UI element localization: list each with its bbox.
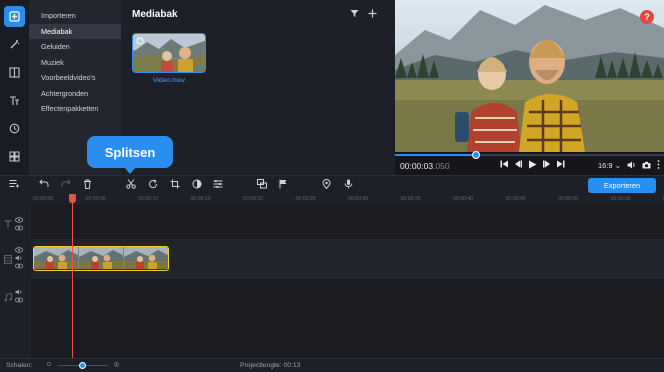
scrub-progress [395,154,476,156]
visibility-icon[interactable] [15,217,23,225]
nav-item-effectenpakketten[interactable]: Effectenpakketten [29,101,121,117]
timeline-toolbar: Exporteren [0,175,664,194]
zoom-out-icon[interactable] [47,362,52,369]
nav-item-geluiden[interactable]: Geluiden [29,39,121,55]
zoom-slider-handle[interactable] [79,362,86,369]
crop-icon[interactable] [168,179,181,192]
aspect-ratio-value: 16:9 [598,161,613,170]
delete-icon[interactable] [81,179,94,192]
aspect-ratio-select[interactable]: 16:9 ⌄ [598,161,621,170]
flag-marker-icon[interactable] [277,179,290,192]
help-button[interactable]: ? [640,10,654,24]
nav-item-achtergronden[interactable]: Achtergronden [29,86,121,102]
transitions-icon[interactable] [4,62,25,83]
volume-icon[interactable] [627,161,636,171]
visibility-icon[interactable] [15,247,23,255]
preview-frame [395,0,664,152]
ruler-tick-label: 00:00:10 [138,196,159,202]
audio-track-lane[interactable] [31,279,664,358]
text-track-lane[interactable] [31,205,664,239]
zoom-slider[interactable] [58,362,108,369]
ruler-tick-label: 00:00:05 [85,196,106,202]
ruler-tick-label: 00:00:55 [610,196,631,202]
import-icon[interactable] [4,6,25,27]
text-track-icon [4,220,12,230]
step-back-icon[interactable] [513,160,523,171]
ruler-tick-label: 00:00:20 [243,196,264,202]
text-icon[interactable] [4,90,25,111]
clock-icon[interactable] [4,118,25,139]
preview-timecode: 00:00:03.050 [400,161,450,171]
volume-icon[interactable] [15,255,23,263]
status-bar: Schalen: Projectlengte: 00:13 [0,358,664,372]
overlay-icon[interactable] [255,179,268,192]
rotate-icon[interactable] [146,179,159,192]
track-controls [0,194,31,358]
zoom-label: Schalen: [6,362,33,369]
skip-back-icon[interactable] [499,160,509,171]
left-icon-rail [0,0,29,175]
transport-controls [499,160,565,171]
volume-icon[interactable] [15,289,23,297]
undo-icon[interactable] [37,179,50,192]
timeline-ruler[interactable]: 00:00:00 00:00:05 00:00:10 00:00:15 00:00:20… [31,194,664,205]
skip-forward-icon[interactable] [555,160,565,171]
ruler-tick-label: 00:00:00 [33,196,54,202]
nav-item-importeren[interactable]: Importeren [29,8,121,24]
nav-item-voorbeeldvideos[interactable]: Voorbeeldvideo's [29,70,121,86]
nav-item-muziek[interactable]: Muziek [29,55,121,71]
music-track-icon [4,293,12,304]
preview-right-tools: 16:9 ⌄ [598,160,660,171]
play-icon[interactable] [527,160,537,171]
step-forward-icon[interactable] [541,160,551,171]
video-preview-panel: ? 00:00:03.050 16:9 ⌄ [395,0,664,175]
preview-scrub-bar[interactable] [395,151,664,159]
ruler-tick-label: 00:00:40 [453,196,474,202]
timeline-tracks[interactable] [31,205,664,358]
export-button[interactable]: Exporteren [588,178,656,193]
timecode-ms: .050 [433,161,450,171]
camera-icon[interactable] [642,161,651,171]
more-options-icon[interactable] [657,160,660,171]
ruler-tick-label: 00:00:45 [505,196,526,202]
link-icon[interactable] [15,263,23,271]
add-track-icon[interactable] [8,179,21,192]
clip-properties-icon[interactable] [211,179,224,192]
zoom-in-icon[interactable] [114,362,120,370]
ruler-tick-label: 00:00:50 [558,196,579,202]
media-thumbnail-video[interactable] [132,33,206,73]
redo-icon[interactable] [59,179,72,192]
media-bin-title: Mediabak [132,9,178,20]
video-track-lane[interactable] [31,239,664,279]
link-icon[interactable] [15,225,23,233]
video-track-icon [4,255,12,266]
ruler-tick-label: 00:00:25 [295,196,316,202]
media-file-name[interactable]: Video.mov [132,77,206,84]
ruler-tick-label: 00:00:35 [400,196,421,202]
magic-wand-icon[interactable] [4,34,25,55]
link-icon[interactable] [15,297,23,305]
timecode-main: 00:00:03 [400,161,434,171]
scrub-handle[interactable] [471,151,480,159]
media-bin-actions [350,9,377,21]
ruler-tick-label: 00:00:15 [190,196,211,202]
nav-item-mediabak[interactable]: Mediabak [29,23,121,39]
video-editor-window: Importeren Mediabak Geluiden Muziek Voor… [0,0,664,372]
project-length: Projectlengte: 00:13 [240,362,301,369]
chevron-down-icon: ⌄ [614,161,621,170]
grid-icon[interactable] [4,146,25,167]
video-clip[interactable] [33,246,169,271]
add-icon[interactable] [368,9,377,21]
microphone-icon[interactable] [342,179,355,192]
location-pin-icon[interactable] [320,179,333,192]
color-adjust-icon[interactable] [190,179,203,192]
ruler-tick-label: 00:00:30 [348,196,369,202]
split-tooltip: Splitsen [87,136,173,174]
split-scissors-icon[interactable] [124,179,137,192]
filter-icon[interactable] [350,9,359,21]
playhead-handle[interactable] [69,194,76,203]
playhead-line[interactable] [72,194,73,358]
